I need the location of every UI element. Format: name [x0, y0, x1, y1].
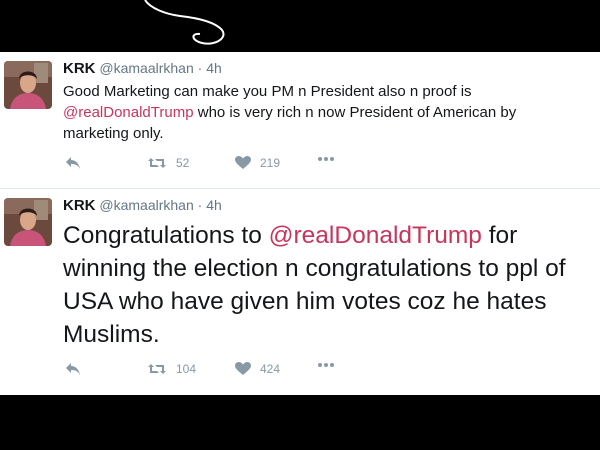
- tweet-header: KRK @kamaalrkhan · 4h: [63, 60, 222, 77]
- heart-icon: [235, 362, 251, 375]
- author-name[interactable]: KRK: [63, 197, 96, 214]
- retweet-count: 52: [176, 156, 190, 170]
- like-button[interactable]: 424: [235, 362, 280, 376]
- timestamp[interactable]: 4h: [206, 60, 222, 76]
- author-handle[interactable]: @kamaalrkhan: [99, 197, 193, 213]
- retweet-button[interactable]: 104: [147, 362, 196, 376]
- reply-button[interactable]: [65, 362, 81, 376]
- separator-dot: ·: [197, 60, 203, 76]
- tweet-text: Congratulations to @realDonaldTrump for …: [63, 219, 593, 351]
- mention-link[interactable]: @realDonaldTrump: [63, 104, 194, 121]
- mention-link[interactable]: @realDonaldTrump: [269, 222, 482, 249]
- more-button[interactable]: [317, 156, 335, 162]
- tweet-text-before: Good Marketing can make you PM n Preside…: [63, 83, 472, 100]
- tweet-actions: 52 219: [63, 156, 363, 176]
- more-icon: [318, 157, 334, 161]
- avatar[interactable]: [4, 61, 52, 109]
- reply-button[interactable]: [65, 156, 81, 170]
- like-count: 424: [260, 362, 281, 376]
- retweet-count: 104: [176, 362, 197, 376]
- author-handle[interactable]: @kamaalrkhan: [99, 60, 193, 76]
- tweet: KRK @kamaalrkhan · 4h Congratulations to…: [0, 189, 600, 395]
- retweet-icon: [148, 158, 166, 168]
- avatar[interactable]: [4, 198, 52, 246]
- more-button[interactable]: [317, 362, 335, 368]
- retweet-button[interactable]: 52: [147, 156, 189, 170]
- tweet-actions: 104 424: [63, 362, 363, 382]
- separator-dot: ·: [197, 197, 203, 213]
- background-curve: [144, 0, 225, 45]
- author-name[interactable]: KRK: [63, 60, 96, 77]
- like-count: 219: [260, 156, 281, 170]
- tweet: KRK @kamaalrkhan · 4h Good Marketing can…: [0, 52, 600, 188]
- reply-icon: [66, 363, 80, 375]
- tweet-text: Good Marketing can make you PM n Preside…: [63, 81, 583, 144]
- more-icon: [318, 363, 334, 367]
- tweet-feed: KRK @kamaalrkhan · 4h Good Marketing can…: [0, 52, 600, 395]
- heart-icon: [235, 156, 251, 169]
- tweet-header: KRK @kamaalrkhan · 4h: [63, 197, 222, 214]
- tweet-text-before: Congratulations to: [63, 222, 269, 249]
- reply-icon: [66, 157, 80, 169]
- timestamp[interactable]: 4h: [206, 197, 222, 213]
- like-button[interactable]: 219: [235, 156, 280, 170]
- retweet-icon: [148, 364, 166, 374]
